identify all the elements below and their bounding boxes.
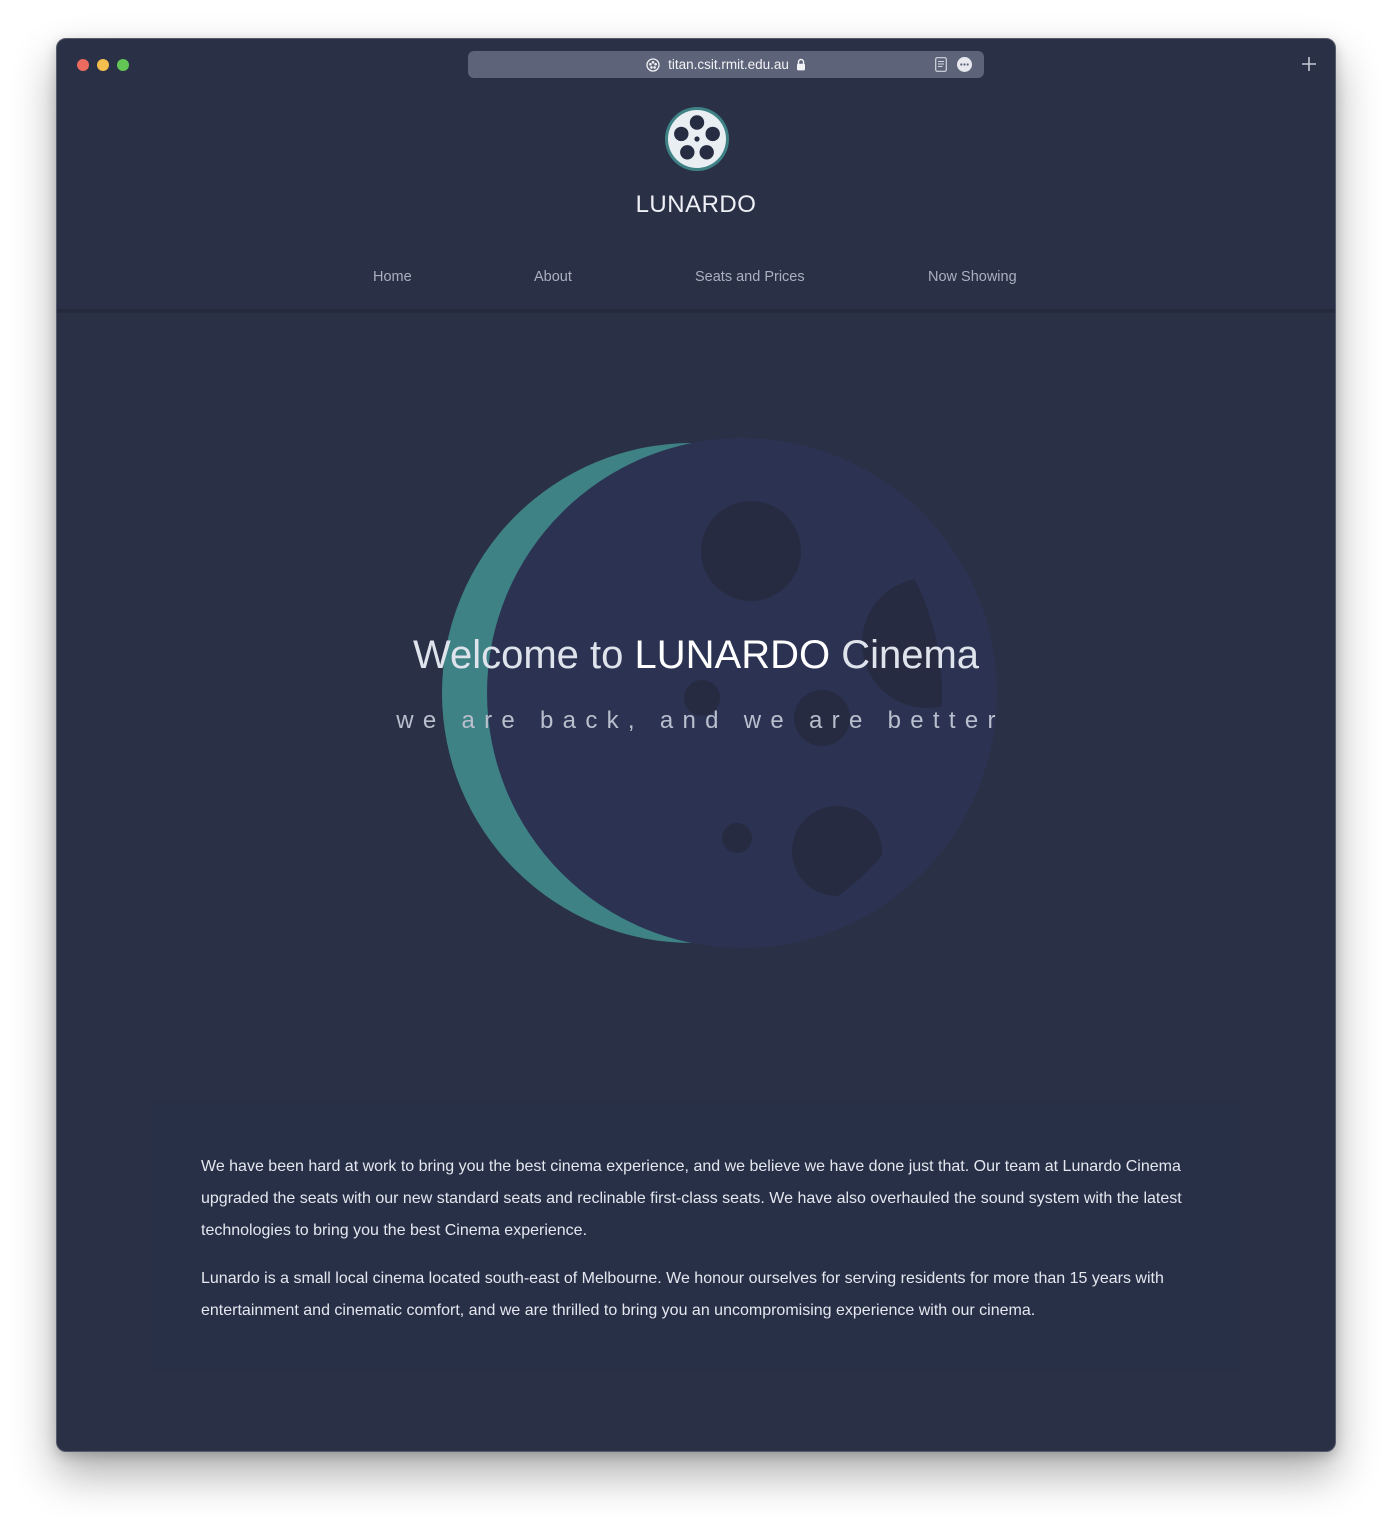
hero-title-prefix: Welcome to	[412, 633, 635, 677]
crescent-moon-icon	[442, 438, 997, 948]
nav-item-home[interactable]: Home	[373, 269, 412, 285]
hero-title-brand: LUNARDO	[634, 633, 831, 677]
about-section: We have been hard at work to bring you t…	[153, 1101, 1241, 1371]
hero-section: Welcome to LUNARDO Cinema we are back, a…	[57, 313, 1335, 1073]
nav-item-now-showing[interactable]: Now Showing	[928, 269, 1017, 285]
reader-icon[interactable]	[935, 57, 947, 72]
new-tab-icon[interactable]	[1301, 56, 1317, 72]
about-paragraph: Lunardo is a small local cinema located …	[201, 1270, 1164, 1319]
hero-title: Welcome to LUNARDO Cinema	[57, 633, 1335, 678]
nav-item-about[interactable]: About	[534, 269, 572, 285]
lock-icon	[796, 58, 805, 71]
about-paragraph: We have been hard at work to bring you t…	[201, 1158, 1182, 1239]
hero-subtitle: we are back, and we are better	[396, 707, 1005, 734]
film-reel-icon[interactable]	[664, 106, 730, 172]
browser-titlebar: titan.csit.rmit.edu.au	[57, 39, 1335, 91]
url-text: titan.csit.rmit.edu.au	[668, 57, 789, 72]
brand-name[interactable]: LUNARDO	[57, 191, 1335, 219]
address-bar[interactable]: titan.csit.rmit.edu.au	[468, 51, 984, 78]
browser-window: titan.csit.rmit.edu.au LUNARDO Home Abou…	[56, 38, 1336, 1452]
main-nav: Home About Seats and Prices Now Showing	[57, 269, 1335, 289]
minimize-window-button[interactable]	[97, 59, 109, 71]
site-icon	[646, 57, 660, 72]
hero-title-suffix: Cinema	[830, 633, 980, 677]
nav-item-seats-and-prices[interactable]: Seats and Prices	[695, 269, 805, 285]
close-window-button[interactable]	[77, 59, 89, 71]
zoom-window-button[interactable]	[117, 59, 129, 71]
more-icon[interactable]	[957, 57, 972, 72]
